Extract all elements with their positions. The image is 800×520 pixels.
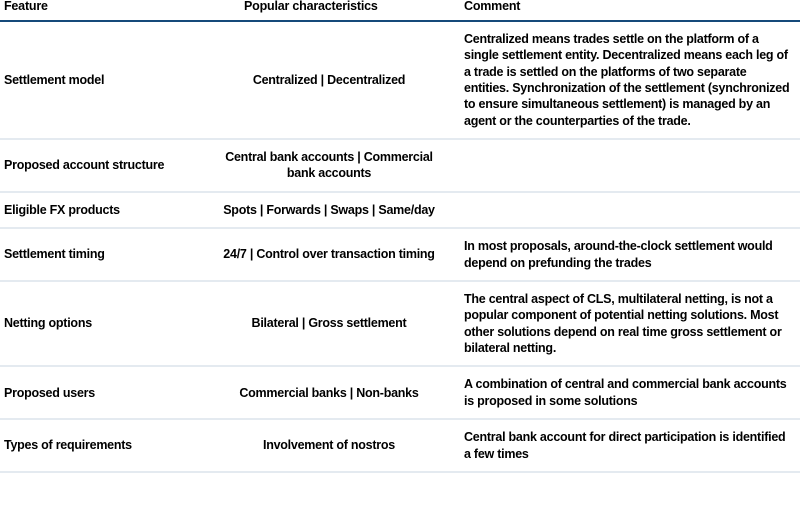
cell-feature: Proposed account structure bbox=[4, 158, 165, 173]
cell-comment: The central aspect of CLS, multilateral … bbox=[464, 291, 782, 355]
cell-feature: Settlement timing bbox=[4, 247, 105, 262]
column-header-feature: Feature bbox=[0, 0, 205, 22]
cell-feature: Types of requirements bbox=[4, 438, 132, 453]
cell-comment: Central bank account for direct particip… bbox=[464, 430, 786, 461]
cell-comment: A combination of central and commercial … bbox=[464, 377, 787, 408]
table-row: Eligible FX products Spots | Forwards | … bbox=[0, 192, 800, 229]
cell-comment: Centralized means trades settle on the p… bbox=[464, 31, 790, 128]
cell-characteristics: Involvement of nostros bbox=[262, 438, 396, 453]
header-row: Feature Popular characteristics Comment bbox=[0, 0, 800, 22]
cell-characteristics: 24/7 | Control over transaction timing bbox=[223, 247, 435, 262]
table-row: Proposed account structure Central bank … bbox=[0, 139, 800, 192]
column-header-comment: Comment bbox=[457, 0, 800, 22]
cell-feature: Netting options bbox=[4, 316, 92, 331]
table-row: Proposed users Commercial banks | Non-ba… bbox=[0, 366, 800, 420]
table-body: Settlement model Centralized | Decentral… bbox=[0, 21, 800, 472]
cell-characteristics: Centralized | Decentralized bbox=[252, 72, 406, 87]
table-row: Types of requirements Involvement of nos… bbox=[0, 419, 800, 472]
cell-comment: In most proposals, around-the-clock sett… bbox=[464, 239, 773, 270]
table-row: Settlement model Centralized | Decentral… bbox=[0, 21, 800, 139]
table-row: Netting options Bilateral | Gross settle… bbox=[0, 281, 800, 367]
cell-characteristics: Bilateral | Gross settlement bbox=[251, 316, 407, 331]
cell-comment bbox=[457, 139, 800, 192]
cell-comment bbox=[457, 192, 800, 228]
cell-characteristics: Central bank accounts | Commercial bank … bbox=[225, 150, 433, 181]
cell-feature: Proposed users bbox=[4, 385, 95, 400]
cell-feature: Settlement model bbox=[4, 72, 105, 87]
cell-characteristics: Spots | Forwards | Swaps | Same/day bbox=[223, 202, 435, 217]
cell-characteristics: Commercial banks | Non-banks bbox=[239, 385, 419, 400]
comparison-table-container: Feature Popular characteristics Comment … bbox=[0, 0, 800, 520]
cell-feature: Eligible FX products bbox=[4, 202, 120, 217]
column-header-characteristics: Popular characteristics bbox=[205, 0, 457, 22]
table-header: Feature Popular characteristics Comment bbox=[0, 0, 800, 22]
comparison-table: Feature Popular characteristics Comment … bbox=[0, 0, 800, 473]
table-row: Settlement timing 24/7 | Control over tr… bbox=[0, 228, 800, 281]
